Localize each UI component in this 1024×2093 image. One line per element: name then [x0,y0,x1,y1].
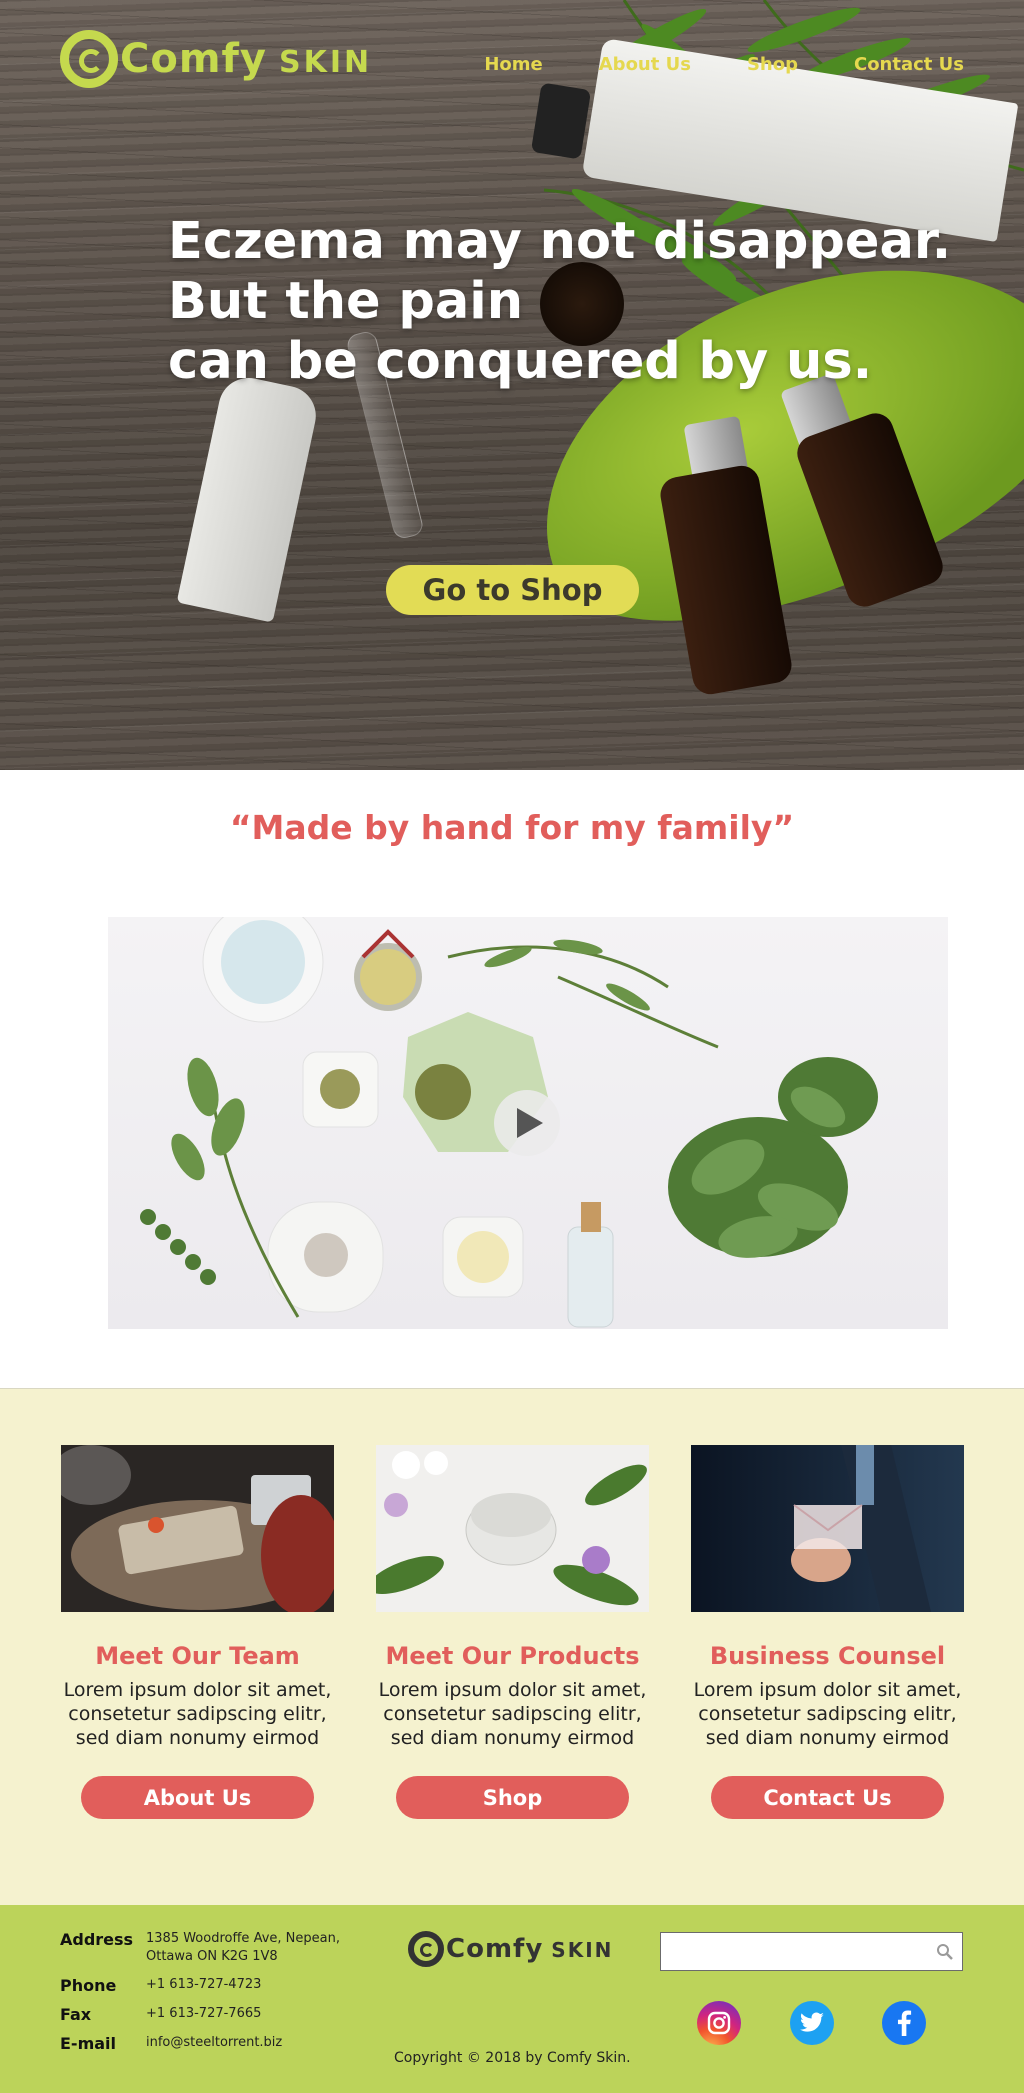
headline-line: Eczema may not disappear. [168,212,952,271]
contact-us-button[interactable]: Contact Us [711,1776,944,1819]
logo-subname: SKIN [279,45,373,80]
nav-home[interactable]: Home [428,54,542,75]
feature-text-line: consetetur sadipscing elitr, [698,1703,957,1725]
feature-title: Meet Our Team [95,1642,300,1670]
feature-text-line: Lorem ipsum dolor sit amet, [63,1679,332,1701]
products-image [376,1445,649,1612]
contact-row-email: E-mail info@steeltorrent.biz [60,2034,340,2053]
feature-card-counsel: Business Counsel Lorem ipsum dolor sit a… [691,1445,964,1819]
hero-headline: Eczema may not disappear. But the pain c… [168,212,951,392]
contact-value: +1 613-727-4723 [146,1977,262,1992]
address-line: Ottawa ON K2G 1V8 [146,1949,278,1964]
play-icon [517,1108,543,1138]
feature-text: Lorem ipsum dolor sit amet, consetetur s… [376,1678,649,1750]
contact-row-address: Address 1385 Woodroffe Ave, Nepean, Otta… [60,1930,340,1966]
instagram-icon[interactable] [697,2001,741,2045]
logo-name: Comfy [120,36,267,82]
contact-value: 1385 Woodroffe Ave, Nepean, Ottawa ON K2… [146,1930,340,1966]
features-section: Meet Our Team Lorem ipsum dolor sit amet… [0,1388,1024,1905]
hero-section: Comfy SKIN Home About Us Shop Contact Us … [0,0,1024,770]
logo-swirl-icon [60,30,118,88]
logo-name: Comfy [446,1934,544,1964]
contact-label: Address [60,1930,134,1949]
search-icon[interactable] [936,1943,954,1961]
copyright-text: Copyright © 2018 by Comfy Skin. [394,2050,631,2066]
contact-label: E-mail [60,2034,117,2053]
nav-about-us[interactable]: About Us [543,54,691,75]
facebook-icon[interactable] [882,2001,926,2045]
contact-label: Fax [60,2005,92,2024]
feature-text-line: Lorem ipsum dolor sit amet, [378,1679,647,1701]
go-to-shop-button[interactable]: Go to Shop [386,565,639,615]
shop-button[interactable]: Shop [396,1776,629,1819]
business-counsel-image [691,1445,964,1612]
twitter-icon[interactable] [790,2001,834,2045]
footer-logo-text: Comfy SKIN [446,1934,613,1964]
headline-line: But the pain [168,272,524,331]
feature-text-line: sed diam nonumy eirmod [705,1727,950,1749]
feature-card-team: Meet Our Team Lorem ipsum dolor sit amet… [61,1445,334,1819]
feature-text-line: consetetur sadipscing elitr, [383,1703,642,1725]
feature-card-products: Meet Our Products Lorem ipsum dolor sit … [376,1445,649,1819]
play-button[interactable] [494,1090,560,1156]
contact-row-phone: Phone +1 613-727-4723 [60,1976,340,1995]
site-logo[interactable]: Comfy SKIN [60,30,372,88]
search-input[interactable] [661,1933,962,1970]
feature-text-line: Lorem ipsum dolor sit amet, [693,1679,962,1701]
contact-info: Address 1385 Woodroffe Ave, Nepean, Otta… [60,1930,340,2063]
quote-heading: “Made by hand for my family” [229,808,795,847]
search-box [660,1932,963,1971]
contact-label: Phone [60,1976,117,1995]
feature-text-line: sed diam nonumy eirmod [75,1727,320,1749]
address-line: 1385 Woodroffe Ave, Nepean, [146,1931,340,1946]
headline-line: can be conquered by us. [168,332,873,391]
logo-subname: SKIN [551,1938,614,1962]
feature-text: Lorem ipsum dolor sit amet, consetetur s… [691,1678,964,1750]
feature-text-line: consetetur sadipscing elitr, [68,1703,327,1725]
feature-title: Meet Our Products [385,1642,640,1670]
logo-text: Comfy SKIN [120,39,372,79]
contact-row-fax: Fax +1 613-727-7665 [60,2005,340,2024]
feature-text: Lorem ipsum dolor sit amet, consetetur s… [61,1678,334,1750]
about-us-button[interactable]: About Us [81,1776,314,1819]
team-meeting-image [61,1445,334,1612]
nav-contact-us[interactable]: Contact Us [798,54,964,75]
email-link[interactable]: info@steeltorrent.biz [146,2034,282,2053]
footer-logo[interactable]: Comfy SKIN [408,1931,613,1967]
nav-shop[interactable]: Shop [691,54,798,75]
feature-title: Business Counsel [709,1642,946,1670]
logo-swirl-icon [408,1931,444,1967]
site-footer: Address 1385 Woodroffe Ave, Nepean, Otta… [0,1905,1024,2093]
contact-value: +1 613-727-7665 [146,2006,262,2021]
main-nav: Home About Us Shop Contact Us [428,54,964,75]
feature-text-line: sed diam nonumy eirmod [390,1727,635,1749]
